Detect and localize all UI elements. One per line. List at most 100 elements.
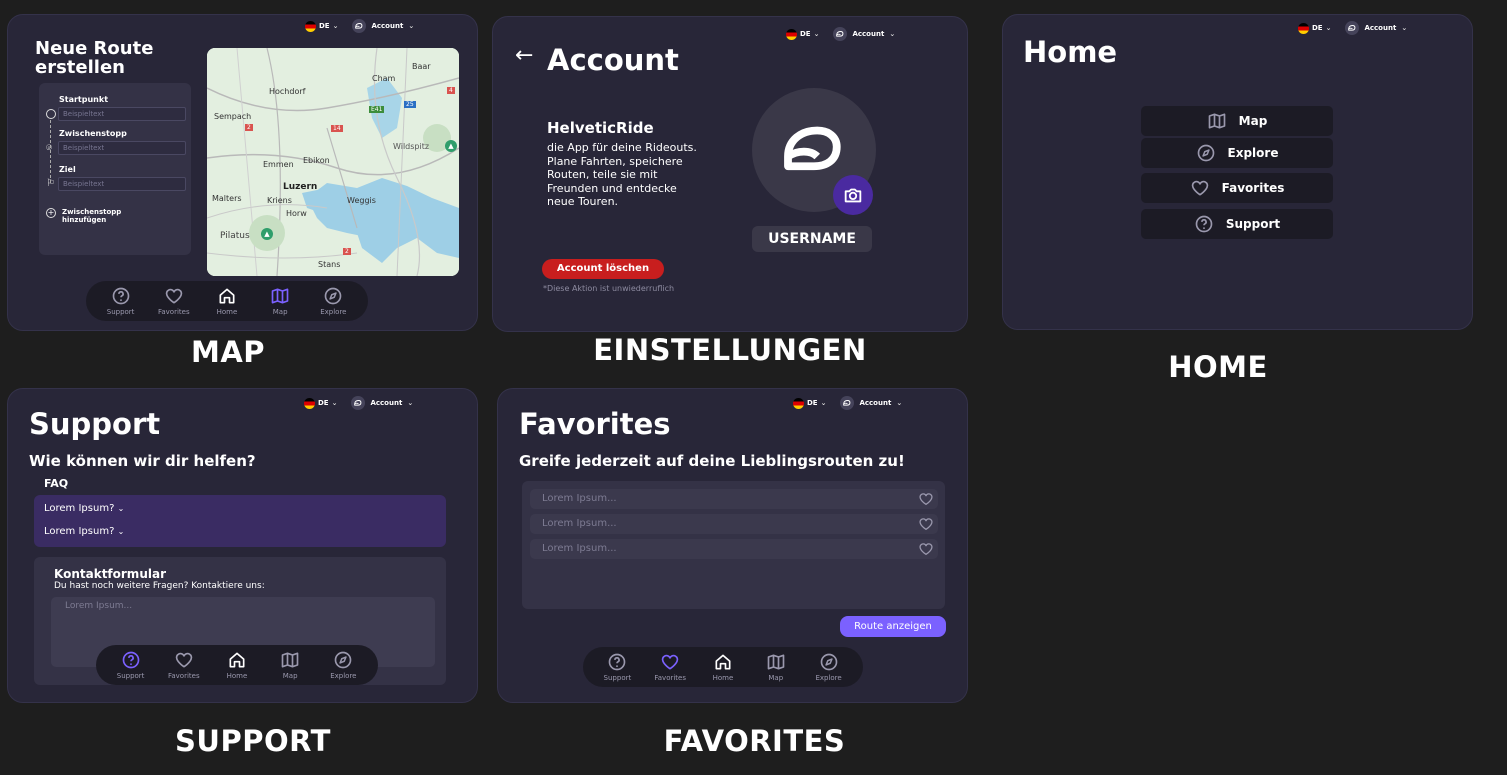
nav-support[interactable]: Support	[97, 286, 145, 316]
compass-icon	[323, 286, 343, 306]
road-shield: 2	[245, 124, 253, 131]
faq-item[interactable]: Lorem Ipsum? ⌄	[44, 503, 124, 514]
nav-support[interactable]: Support	[593, 652, 641, 682]
via-input[interactable]: Beispieltext	[58, 141, 186, 155]
faq-item[interactable]: Lorem Ipsum? ⌄	[44, 526, 124, 537]
faq-title: FAQ	[44, 477, 69, 490]
page-title: Neue Route erstellen	[35, 38, 154, 78]
flag-icon: ⚐	[46, 178, 55, 189]
home-favorites-button[interactable]: Favorites	[1141, 173, 1333, 203]
chevron-down-icon: ⌄	[889, 30, 896, 38]
language-selector[interactable]: DE ⌄	[1298, 22, 1332, 34]
nav-explore[interactable]: Explore	[805, 652, 853, 682]
logo-icon	[352, 19, 367, 33]
road-shield: E41	[369, 106, 385, 113]
delete-account-button[interactable]: Account löschen	[542, 259, 664, 279]
account-menu[interactable]: Account ⌄	[840, 396, 902, 410]
heart-icon	[660, 652, 680, 672]
german-flag-icon	[786, 28, 797, 40]
app-description: die App für deine Rideouts. Plane Fahrte…	[547, 141, 697, 208]
home-map-button[interactable]: Map	[1141, 106, 1333, 136]
add-stop-button[interactable]: + Zwischenstopp hinzufügen	[46, 208, 121, 224]
road-shield: 2	[343, 248, 351, 255]
account-menu[interactable]: Account ⌄	[351, 396, 413, 410]
page-title: Home	[1023, 35, 1118, 69]
top-bar: DE ⌄ Account ⌄	[793, 396, 902, 410]
top-bar: DE ⌄ Account ⌄	[305, 19, 414, 33]
top-bar: DE ⌄ Account ⌄	[1298, 21, 1407, 35]
map-label-stans: Stans	[318, 260, 341, 269]
support-icon	[1194, 214, 1214, 234]
heart-icon[interactable]	[918, 541, 934, 557]
chevron-down-icon: ⌄	[1325, 24, 1332, 32]
nav-home[interactable]: Home	[203, 286, 251, 316]
home-screen: DE ⌄ Account ⌄ Home Map Explore Favorites …	[1002, 14, 1473, 330]
nav-home[interactable]: Home	[213, 650, 261, 680]
language-selector[interactable]: DE ⌄	[786, 28, 819, 40]
back-arrow-icon[interactable]: ←	[515, 43, 533, 68]
nav-home[interactable]: Home	[699, 652, 747, 682]
show-route-button[interactable]: Route anzeigen	[840, 616, 946, 637]
list-item[interactable]: Lorem Ipsum...	[530, 539, 938, 559]
start-input[interactable]: Beispieltext	[58, 107, 186, 121]
map-label-kriens: Kriens	[267, 196, 292, 205]
top-bar: DE ⌄ Account ⌄	[786, 27, 895, 41]
home-icon	[227, 650, 247, 670]
nav-favorites[interactable]: Favorites	[150, 286, 198, 316]
app-name: HelveticRide	[547, 119, 654, 137]
map-view[interactable]: Baar Cham Hochdorf Sempach Emmen Ebikon …	[207, 48, 459, 276]
nav-favorites[interactable]: Favorites	[646, 652, 694, 682]
home-support-button[interactable]: Support	[1141, 209, 1333, 239]
destination-input[interactable]: Beispieltext	[58, 177, 186, 191]
favorites-screen: DE ⌄ Account ⌄ Favorites Greife jederzeit …	[497, 388, 968, 703]
heart-icon	[1190, 178, 1210, 198]
list-item[interactable]: Lorem Ipsum...	[530, 514, 938, 534]
caption-home: HOME	[1168, 350, 1268, 384]
home-explore-button[interactable]: Explore	[1141, 138, 1333, 168]
chevron-down-icon: ⌄	[408, 22, 415, 30]
chevron-down-icon: ⌄	[896, 399, 903, 407]
map-label-pilatus: Pilatus	[220, 231, 250, 241]
plus-circle-icon: +	[46, 208, 56, 218]
map-label-malters: Malters	[212, 194, 242, 203]
map-icon	[280, 650, 300, 670]
nav-explore[interactable]: Explore	[309, 286, 357, 316]
nav-map[interactable]: Map	[266, 650, 314, 680]
nav-map[interactable]: Map	[752, 652, 800, 682]
account-menu[interactable]: Account ⌄	[833, 27, 895, 41]
chevron-down-icon: ⌄	[117, 527, 125, 536]
camera-icon[interactable]	[833, 175, 873, 215]
heart-icon[interactable]	[918, 516, 934, 532]
road-shield: 25	[404, 101, 416, 108]
contact-title: Kontaktformular	[54, 567, 166, 581]
via-label: Zwischenstopp	[59, 129, 127, 138]
language-selector[interactable]: DE ⌄	[793, 397, 827, 409]
map-label-baar: Baar	[412, 62, 431, 71]
language-selector[interactable]: DE ⌄	[304, 397, 338, 409]
account-menu[interactable]: Account ⌄	[352, 19, 414, 33]
chevron-down-icon: ⌄	[407, 399, 414, 407]
chevron-down-icon: ⌄	[820, 399, 827, 407]
language-selector[interactable]: DE ⌄	[305, 20, 338, 32]
caption-support: SUPPORT	[175, 724, 331, 758]
support-screen: DE ⌄ Account ⌄ Support Wie können wir dir …	[7, 388, 478, 703]
list-item[interactable]: Lorem Ipsum...	[530, 489, 938, 509]
nav-support[interactable]: Support	[107, 650, 155, 680]
caption-settings: EINSTELLUNGEN	[593, 333, 867, 367]
nav-map[interactable]: Map	[256, 286, 304, 316]
account-menu[interactable]: Account ⌄	[1345, 21, 1407, 35]
map-label-wildspitz: Wildspitz	[393, 142, 430, 151]
chevron-down-icon: ⌄	[117, 504, 125, 513]
heart-icon[interactable]	[918, 491, 934, 507]
nav-favorites[interactable]: Favorites	[160, 650, 208, 680]
start-label: Startpunkt	[59, 95, 109, 104]
nav-explore[interactable]: Explore	[319, 650, 367, 680]
bottom-nav: Support Favorites Home Map Explore	[86, 281, 368, 321]
map-icon	[1207, 111, 1227, 131]
german-flag-icon	[305, 20, 316, 32]
caption-favorites: FAVORITES	[663, 724, 846, 758]
page-title: Account	[547, 43, 679, 77]
pin-icon: ⌾	[46, 143, 52, 154]
page-title: Favorites	[519, 407, 671, 441]
chevron-down-icon: ⌄	[331, 399, 338, 407]
